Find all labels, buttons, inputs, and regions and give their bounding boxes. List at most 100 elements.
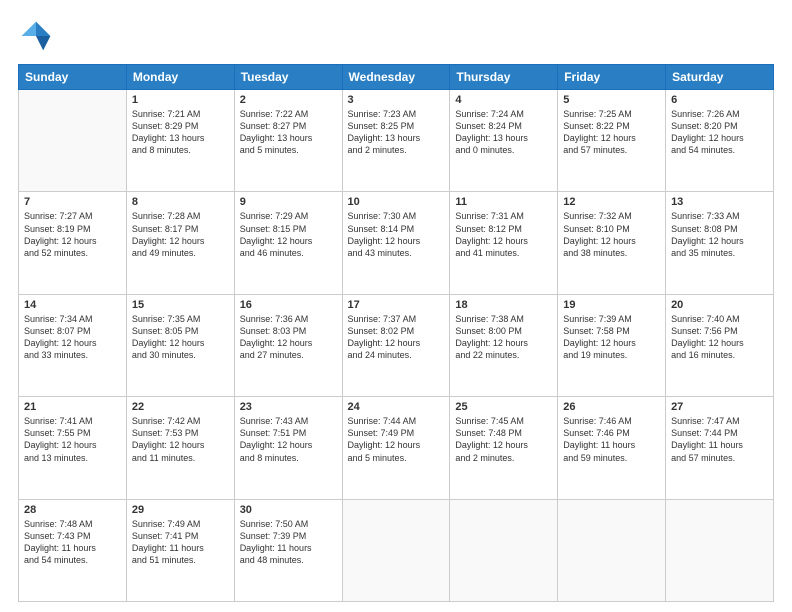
day-content: Sunrise: 7:33 AM Sunset: 8:08 PM Dayligh… bbox=[671, 210, 768, 259]
calendar-cell: 2 Sunrise: 7:22 AM Sunset: 8:27 PM Daylig… bbox=[234, 90, 342, 192]
day-content: Sunrise: 7:36 AM Sunset: 8:03 PM Dayligh… bbox=[240, 313, 337, 362]
calendar-week-row: 1 Sunrise: 7:21 AM Sunset: 8:29 PM Daylig… bbox=[19, 90, 774, 192]
calendar-cell: 13 Sunrise: 7:33 AM Sunset: 8:08 PM Dayli… bbox=[666, 192, 774, 294]
day-number: 4 bbox=[455, 94, 552, 106]
calendar-week-row: 28 Sunrise: 7:48 AM Sunset: 7:43 PM Dayli… bbox=[19, 499, 774, 601]
day-number: 1 bbox=[132, 94, 229, 106]
calendar-cell: 23Sunrise: 7:43 AM Sunset: 7:51 PM Dayli… bbox=[234, 397, 342, 499]
day-content: Sunrise: 7:41 AM Sunset: 7:55 PM Dayligh… bbox=[24, 415, 121, 464]
calendar-cell: 9 Sunrise: 7:29 AM Sunset: 8:15 PM Daylig… bbox=[234, 192, 342, 294]
calendar-cell bbox=[342, 499, 450, 601]
day-number: 24 bbox=[348, 401, 445, 413]
day-number: 11 bbox=[455, 196, 552, 208]
calendar-cell: 28 Sunrise: 7:48 AM Sunset: 7:43 PM Dayli… bbox=[19, 499, 127, 601]
calendar-cell: 19 Sunrise: 7:39 AM Sunset: 7:58 PM Dayli… bbox=[558, 294, 666, 396]
day-number: 20 bbox=[671, 299, 768, 311]
day-content: Sunrise: 7:38 AM Sunset: 8:00 PM Dayligh… bbox=[455, 313, 552, 362]
day-number: 26 bbox=[563, 401, 660, 413]
day-number: 28 bbox=[24, 504, 121, 516]
day-content: Sunrise: 7:22 AM Sunset: 8:27 PM Dayligh… bbox=[240, 108, 337, 157]
day-content: Sunrise: 7:44 AM Sunset: 7:49 PM Dayligh… bbox=[348, 415, 445, 464]
calendar-cell: 11 Sunrise: 7:31 AM Sunset: 8:12 PM Dayli… bbox=[450, 192, 558, 294]
day-content: Sunrise: 7:46 AM Sunset: 7:46 PM Dayligh… bbox=[563, 415, 660, 464]
day-number: 27 bbox=[671, 401, 768, 413]
day-content: Sunrise: 7:28 AM Sunset: 8:17 PM Dayligh… bbox=[132, 210, 229, 259]
day-number: 9 bbox=[240, 196, 337, 208]
logo bbox=[18, 18, 58, 54]
calendar-cell: 26 Sunrise: 7:46 AM Sunset: 7:46 PM Dayli… bbox=[558, 397, 666, 499]
calendar-week-row: 21 Sunrise: 7:41 AM Sunset: 7:55 PM Dayli… bbox=[19, 397, 774, 499]
day-content: Sunrise: 7:34 AM Sunset: 8:07 PM Dayligh… bbox=[24, 313, 121, 362]
calendar-cell: 18 Sunrise: 7:38 AM Sunset: 8:00 PM Dayli… bbox=[450, 294, 558, 396]
calendar-header-sunday: Sunday bbox=[19, 65, 127, 90]
calendar-cell: 15 Sunrise: 7:35 AM Sunset: 8:05 PM Dayli… bbox=[126, 294, 234, 396]
day-number: 16 bbox=[240, 299, 337, 311]
day-number: 29 bbox=[132, 504, 229, 516]
calendar-cell bbox=[558, 499, 666, 601]
day-content: Sunrise: 7:49 AM Sunset: 7:41 PM Dayligh… bbox=[132, 518, 229, 567]
calendar-cell bbox=[666, 499, 774, 601]
calendar-cell: 7 Sunrise: 7:27 AM Sunset: 8:19 PM Daylig… bbox=[19, 192, 127, 294]
day-content: Sunrise: 7:29 AM Sunset: 8:15 PM Dayligh… bbox=[240, 210, 337, 259]
calendar-cell: 5Sunrise: 7:25 AM Sunset: 8:22 PM Daylig… bbox=[558, 90, 666, 192]
calendar-header-friday: Friday bbox=[558, 65, 666, 90]
calendar-header-tuesday: Tuesday bbox=[234, 65, 342, 90]
day-content: Sunrise: 7:30 AM Sunset: 8:14 PM Dayligh… bbox=[348, 210, 445, 259]
calendar-cell: 20Sunrise: 7:40 AM Sunset: 7:56 PM Dayli… bbox=[666, 294, 774, 396]
day-number: 3 bbox=[348, 94, 445, 106]
day-content: Sunrise: 7:31 AM Sunset: 8:12 PM Dayligh… bbox=[455, 210, 552, 259]
day-content: Sunrise: 7:48 AM Sunset: 7:43 PM Dayligh… bbox=[24, 518, 121, 567]
day-content: Sunrise: 7:37 AM Sunset: 8:02 PM Dayligh… bbox=[348, 313, 445, 362]
day-content: Sunrise: 7:26 AM Sunset: 8:20 PM Dayligh… bbox=[671, 108, 768, 157]
day-number: 19 bbox=[563, 299, 660, 311]
day-content: Sunrise: 7:43 AM Sunset: 7:51 PM Dayligh… bbox=[240, 415, 337, 464]
calendar-header-monday: Monday bbox=[126, 65, 234, 90]
day-number: 5 bbox=[563, 94, 660, 106]
day-number: 13 bbox=[671, 196, 768, 208]
day-content: Sunrise: 7:21 AM Sunset: 8:29 PM Dayligh… bbox=[132, 108, 229, 157]
day-content: Sunrise: 7:50 AM Sunset: 7:39 PM Dayligh… bbox=[240, 518, 337, 567]
header bbox=[18, 18, 774, 54]
day-number: 17 bbox=[348, 299, 445, 311]
calendar-cell: 16 Sunrise: 7:36 AM Sunset: 8:03 PM Dayli… bbox=[234, 294, 342, 396]
day-content: Sunrise: 7:35 AM Sunset: 8:05 PM Dayligh… bbox=[132, 313, 229, 362]
day-number: 21 bbox=[24, 401, 121, 413]
day-number: 2 bbox=[240, 94, 337, 106]
calendar-cell bbox=[450, 499, 558, 601]
calendar-week-row: 14Sunrise: 7:34 AM Sunset: 8:07 PM Dayli… bbox=[19, 294, 774, 396]
day-content: Sunrise: 7:32 AM Sunset: 8:10 PM Dayligh… bbox=[563, 210, 660, 259]
calendar-cell bbox=[19, 90, 127, 192]
calendar-cell: 29 Sunrise: 7:49 AM Sunset: 7:41 PM Dayli… bbox=[126, 499, 234, 601]
day-number: 6 bbox=[671, 94, 768, 106]
calendar-cell: 25Sunrise: 7:45 AM Sunset: 7:48 PM Dayli… bbox=[450, 397, 558, 499]
calendar-header-row: SundayMondayTuesdayWednesdayThursdayFrid… bbox=[19, 65, 774, 90]
day-content: Sunrise: 7:39 AM Sunset: 7:58 PM Dayligh… bbox=[563, 313, 660, 362]
calendar-cell: 22Sunrise: 7:42 AM Sunset: 7:53 PM Dayli… bbox=[126, 397, 234, 499]
day-number: 12 bbox=[563, 196, 660, 208]
day-number: 15 bbox=[132, 299, 229, 311]
calendar-cell: 4 Sunrise: 7:24 AM Sunset: 8:24 PM Daylig… bbox=[450, 90, 558, 192]
calendar-cell: 21 Sunrise: 7:41 AM Sunset: 7:55 PM Dayli… bbox=[19, 397, 127, 499]
calendar-cell: 17 Sunrise: 7:37 AM Sunset: 8:02 PM Dayli… bbox=[342, 294, 450, 396]
day-number: 7 bbox=[24, 196, 121, 208]
calendar-cell: 24 Sunrise: 7:44 AM Sunset: 7:49 PM Dayli… bbox=[342, 397, 450, 499]
calendar-header-wednesday: Wednesday bbox=[342, 65, 450, 90]
calendar-cell: 12 Sunrise: 7:32 AM Sunset: 8:10 PM Dayli… bbox=[558, 192, 666, 294]
calendar-cell: 3 Sunrise: 7:23 AM Sunset: 8:25 PM Daylig… bbox=[342, 90, 450, 192]
day-number: 22 bbox=[132, 401, 229, 413]
calendar-header-thursday: Thursday bbox=[450, 65, 558, 90]
calendar-cell: 27 Sunrise: 7:47 AM Sunset: 7:44 PM Dayli… bbox=[666, 397, 774, 499]
calendar-cell: 30 Sunrise: 7:50 AM Sunset: 7:39 PM Dayli… bbox=[234, 499, 342, 601]
calendar-cell: 14Sunrise: 7:34 AM Sunset: 8:07 PM Dayli… bbox=[19, 294, 127, 396]
calendar-cell: 1 Sunrise: 7:21 AM Sunset: 8:29 PM Daylig… bbox=[126, 90, 234, 192]
day-content: Sunrise: 7:24 AM Sunset: 8:24 PM Dayligh… bbox=[455, 108, 552, 157]
day-content: Sunrise: 7:23 AM Sunset: 8:25 PM Dayligh… bbox=[348, 108, 445, 157]
calendar-week-row: 7 Sunrise: 7:27 AM Sunset: 8:19 PM Daylig… bbox=[19, 192, 774, 294]
calendar-cell: 6 Sunrise: 7:26 AM Sunset: 8:20 PM Daylig… bbox=[666, 90, 774, 192]
logo-icon bbox=[18, 18, 54, 54]
day-number: 10 bbox=[348, 196, 445, 208]
day-content: Sunrise: 7:47 AM Sunset: 7:44 PM Dayligh… bbox=[671, 415, 768, 464]
day-content: Sunrise: 7:27 AM Sunset: 8:19 PM Dayligh… bbox=[24, 210, 121, 259]
day-number: 18 bbox=[455, 299, 552, 311]
day-number: 30 bbox=[240, 504, 337, 516]
